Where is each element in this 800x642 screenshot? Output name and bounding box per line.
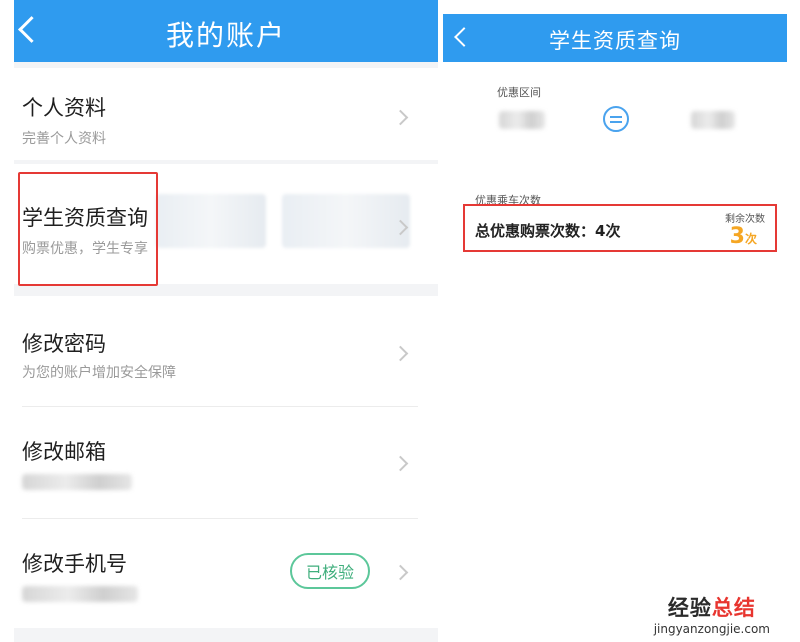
student-qualification-screen: 学生资质查询 优惠区间 优惠乘车次数 总优惠购票次数：4次 剩余次数 3次 bbox=[443, 14, 787, 642]
remaining-count-label: 剩余次数 bbox=[725, 214, 765, 225]
watermark-brand: 经验总结 bbox=[654, 592, 770, 622]
watermark-site: jingyanzongjie.com bbox=[653, 622, 770, 636]
divider bbox=[22, 518, 418, 519]
menu-item-change-phone[interactable]: 修改手机号 已核验 bbox=[14, 520, 438, 628]
site-watermark: 经验总结 jingyanzongjie.com bbox=[654, 592, 770, 636]
page-title: 学生资质查询 bbox=[549, 29, 681, 53]
verified-badge: 已核验 bbox=[290, 553, 370, 589]
account-screen: 我的账户 个人资料 完善个人资料 学生资质查询 购票优惠，学生专享 修改密码 为… bbox=[14, 0, 438, 642]
watermark-brand-a: 经验 bbox=[667, 596, 712, 620]
exchange-icon bbox=[603, 106, 629, 132]
page-title: 我的账户 bbox=[165, 19, 286, 52]
total-discount-count: 总优惠购票次数：4次 bbox=[475, 222, 621, 240]
chevron-right-icon bbox=[392, 345, 409, 362]
account-header: 我的账户 bbox=[14, 0, 438, 62]
blurred-to-station bbox=[691, 111, 735, 129]
menu-item-profile[interactable]: 个人资料 完善个人资料 bbox=[14, 68, 438, 160]
highlight-box bbox=[18, 172, 158, 286]
remaining-count-unit: 次 bbox=[744, 232, 757, 246]
chevron-right-icon bbox=[392, 109, 409, 126]
menu-item-change-email[interactable]: 修改邮箱 bbox=[14, 408, 438, 520]
discount-range-label: 优惠区间 bbox=[497, 86, 541, 99]
blurred-phone-number bbox=[22, 586, 138, 602]
blurred-ad-banner bbox=[156, 194, 266, 248]
menu-item-title: 修改密码 bbox=[22, 332, 106, 356]
chevron-right-icon bbox=[392, 455, 409, 472]
menu-item-title: 修改手机号 bbox=[22, 552, 127, 576]
remaining-count: 3次 bbox=[730, 224, 757, 249]
menu-item-subtitle: 完善个人资料 bbox=[22, 131, 106, 147]
chevron-right-icon bbox=[392, 564, 409, 581]
divider bbox=[22, 406, 418, 407]
qualification-header: 学生资质查询 bbox=[443, 14, 787, 62]
menu-item-title: 修改邮箱 bbox=[22, 440, 106, 464]
discount-count-card: 总优惠购票次数：4次 剩余次数 3次 bbox=[463, 204, 777, 252]
blurred-from-station bbox=[499, 111, 545, 129]
blurred-email bbox=[22, 474, 132, 490]
blurred-ad-banner bbox=[282, 194, 410, 248]
menu-item-subtitle: 为您的账户增加安全保障 bbox=[22, 365, 176, 381]
menu-item-change-password[interactable]: 修改密码 为您的账户增加安全保障 bbox=[14, 296, 438, 408]
remaining-count-value: 3 bbox=[729, 224, 745, 249]
watermark-brand-b: 总结 bbox=[711, 596, 756, 620]
menu-item-title: 个人资料 bbox=[22, 96, 106, 120]
